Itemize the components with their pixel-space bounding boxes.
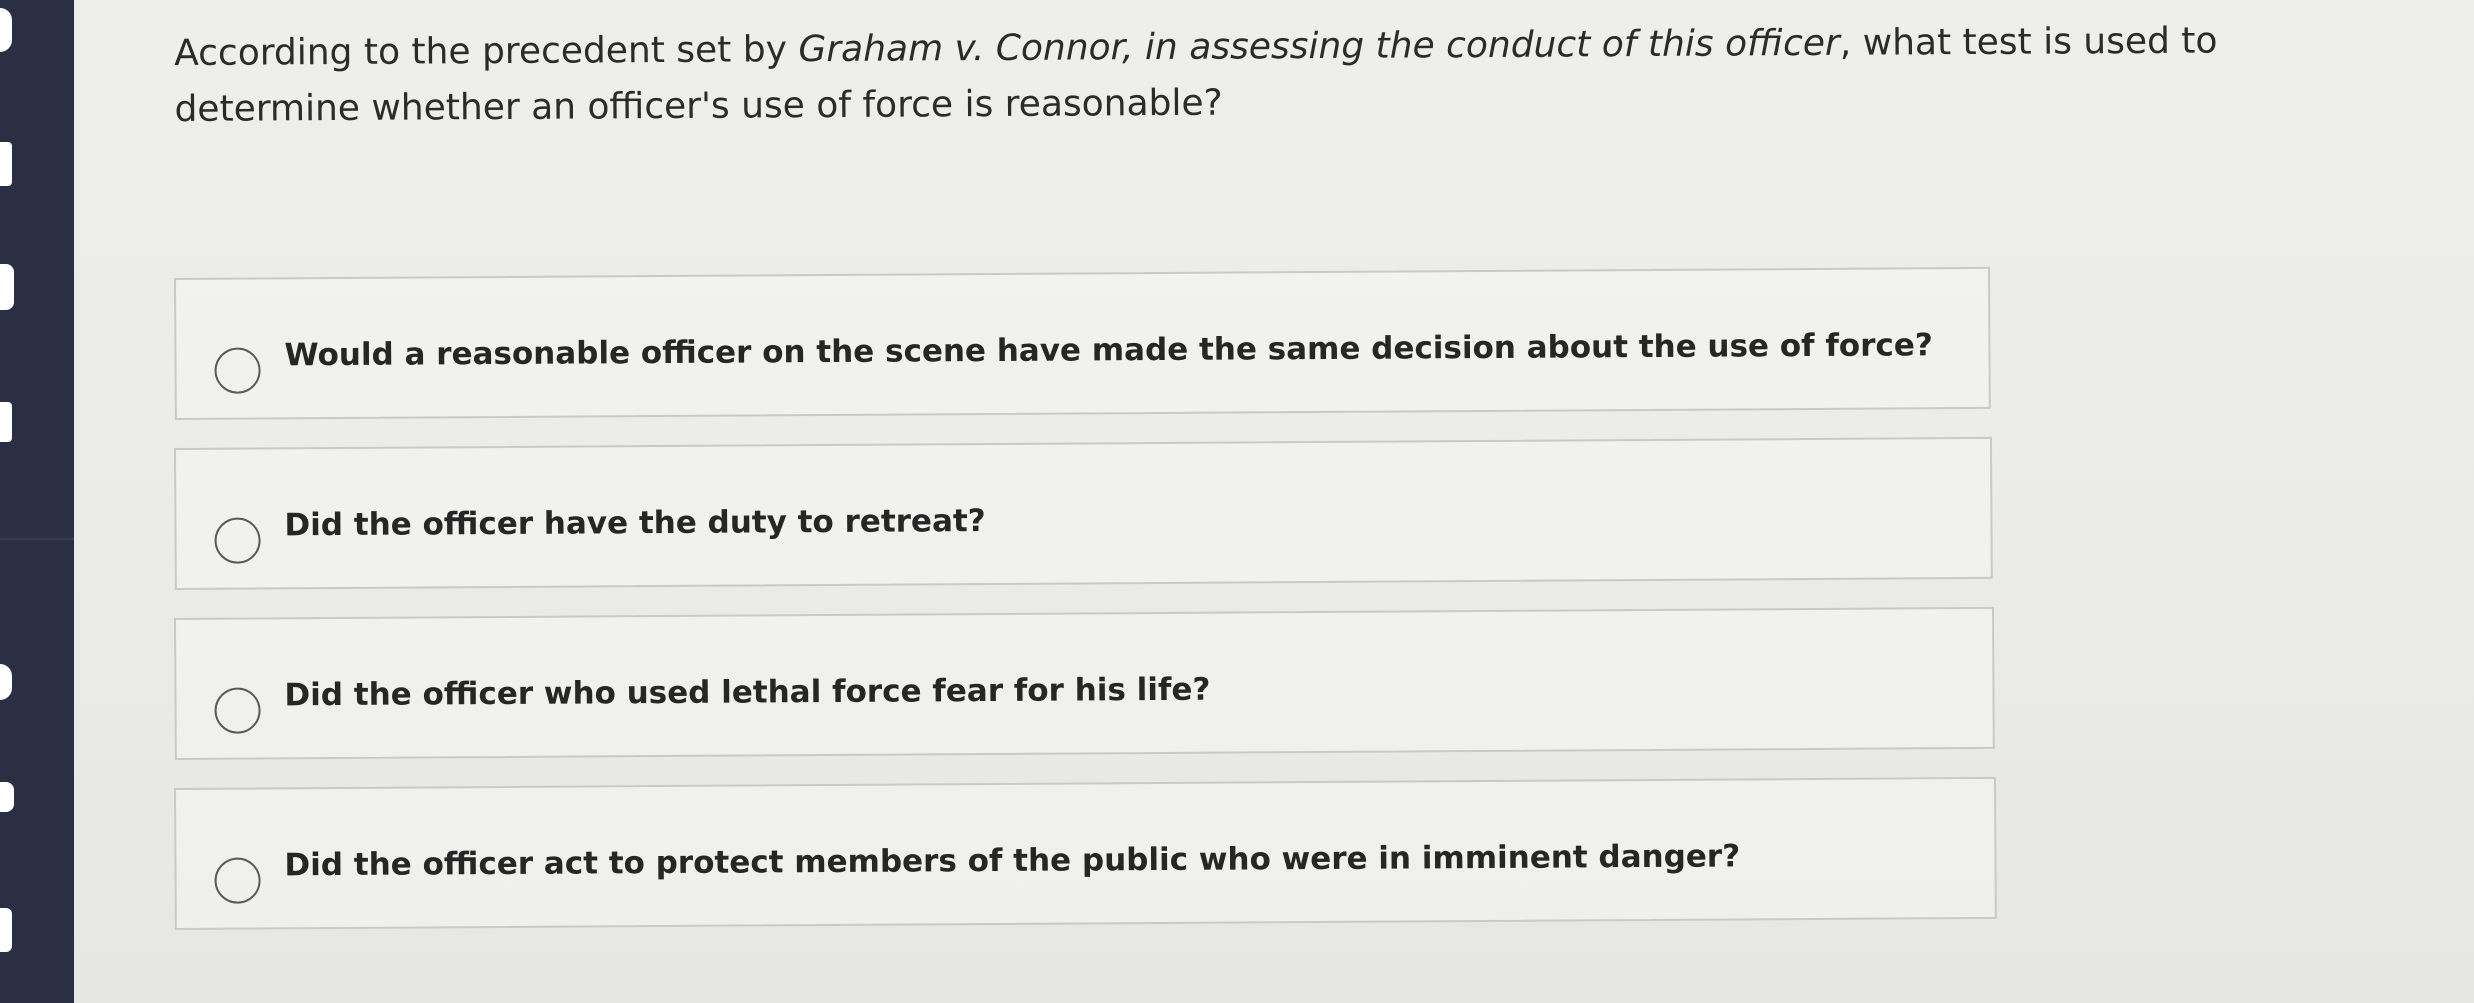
sidebar-tab-marker[interactable] (0, 264, 14, 310)
answer-option-label: Did the officer who used lethal force fe… (284, 671, 1211, 714)
sidebar-divider (0, 538, 74, 540)
question-italic-part: Graham v. Connor, in assessing the condu… (798, 22, 1840, 71)
sidebar-tab-marker[interactable] (0, 908, 12, 952)
sidebar-tab-marker[interactable] (0, 8, 12, 52)
answer-option-label: Would a reasonable officer on the scene … (284, 327, 1933, 374)
answer-option-3[interactable]: Did the officer who used lethal force fe… (174, 606, 1995, 760)
answer-option-1[interactable]: Would a reasonable officer on the scene … (174, 266, 1991, 420)
radio-button-icon[interactable] (214, 517, 261, 564)
question-part-1: According to the precedent set by (174, 29, 799, 74)
answer-option-2[interactable]: Did the officer have the duty to retreat… (174, 436, 1993, 590)
radio-button-icon[interactable] (214, 347, 261, 394)
left-sidebar (0, 0, 74, 1003)
answer-option-label: Did the officer have the duty to retreat… (284, 503, 986, 544)
radio-button-icon[interactable] (214, 687, 261, 734)
sidebar-tab-marker[interactable] (0, 782, 14, 812)
sidebar-tab-marker[interactable] (0, 664, 12, 700)
sidebar-tab-marker[interactable] (0, 402, 12, 442)
sidebar-tab-marker[interactable] (0, 142, 12, 186)
answer-option-label: Did the officer act to protect members o… (284, 838, 1741, 884)
question-text: According to the precedent set by Graham… (174, 13, 2375, 138)
radio-button-icon[interactable] (214, 857, 261, 904)
answer-option-4[interactable]: Did the officer act to protect members o… (174, 776, 1997, 930)
